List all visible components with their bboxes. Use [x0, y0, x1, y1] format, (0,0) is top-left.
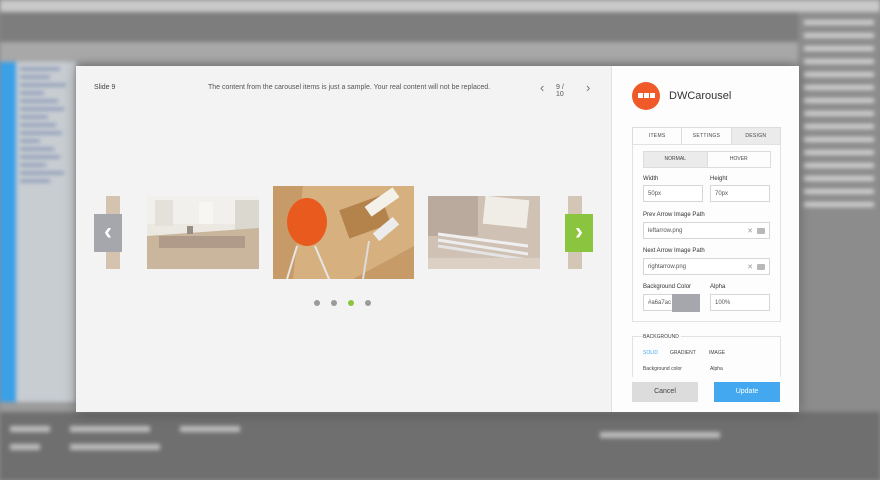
- prev-arrow-path-input[interactable]: leftarrow.png ✕: [643, 222, 770, 239]
- pager-next-icon[interactable]: ›: [586, 80, 590, 96]
- bg-type-solid[interactable]: SOLID: [643, 350, 658, 356]
- width-input[interactable]: 50px: [643, 185, 703, 202]
- background-heading: BACKGROUND: [643, 334, 681, 340]
- subtab-normal[interactable]: NORMAL: [644, 152, 708, 167]
- bg-color-sublabel: Background color: [643, 366, 682, 372]
- slide-label: Slide 9: [94, 84, 116, 91]
- next-arrow-path-input[interactable]: rightarrow.png ✕: [643, 258, 770, 275]
- sample-content-notice: The content from the carousel items is j…: [208, 84, 491, 91]
- desk-photo: [273, 186, 414, 279]
- carousel-dot-1[interactable]: [314, 300, 320, 306]
- carousel-dot-2[interactable]: [331, 300, 337, 306]
- clear-icon[interactable]: ✕: [747, 223, 753, 240]
- properties-panel: [0, 412, 880, 480]
- height-input[interactable]: 70px: [710, 185, 770, 202]
- bg-color-label: Background Color: [643, 284, 692, 290]
- chevron-right-icon: ›: [575, 218, 583, 245]
- toolbar: [0, 12, 880, 42]
- bg-type-gradient[interactable]: GRADIENT: [670, 350, 696, 356]
- carousel-dot-4[interactable]: [365, 300, 371, 306]
- panel-title: DWCarousel: [669, 90, 732, 102]
- code-view: [16, 62, 76, 402]
- tab-design[interactable]: DESIGN: [731, 128, 780, 144]
- right-side-panel: [798, 12, 880, 412]
- clear-icon[interactable]: ✕: [747, 259, 753, 276]
- carousel-dot-3[interactable]: [348, 300, 354, 306]
- alpha-label: Alpha: [710, 284, 726, 290]
- chevron-left-icon: ‹: [104, 218, 112, 245]
- carousel-prev-arrow[interactable]: ‹: [94, 214, 122, 252]
- settings-panel: DWCarousel ITEMS SETTINGS DESIGN NORMAL …: [611, 66, 799, 412]
- carousel-next-arrow[interactable]: ›: [565, 214, 593, 252]
- height-label: Height: [710, 176, 728, 182]
- tab-items[interactable]: ITEMS: [633, 128, 683, 144]
- carousel-preview: Slide 9 The content from the carousel it…: [76, 66, 611, 412]
- bg-color-swatch[interactable]: [672, 294, 700, 312]
- next-arrow-path-label: Next Arrow Image Path: [643, 248, 705, 254]
- dwcarousel-logo-icon: [632, 82, 660, 110]
- menu-bar: [0, 0, 880, 12]
- tab-settings[interactable]: SETTINGS: [682, 128, 732, 144]
- update-button[interactable]: Update: [714, 382, 780, 402]
- carousel-slide-desk[interactable]: [273, 186, 414, 279]
- width-label: Width: [643, 176, 659, 182]
- cancel-button[interactable]: Cancel: [632, 382, 698, 402]
- carousel-dialog: Slide 9 The content from the carousel it…: [76, 66, 799, 412]
- cafe-photo: [147, 196, 259, 269]
- prev-arrow-path-value: leftarrow.png: [648, 228, 683, 234]
- alpha-input[interactable]: 100%: [710, 294, 770, 311]
- pager-prev-icon[interactable]: ‹: [540, 80, 544, 96]
- code-gutter: [0, 62, 16, 402]
- subtab-hover[interactable]: HOVER: [708, 152, 771, 167]
- state-subtabs: NORMAL HOVER: [643, 151, 771, 168]
- bg-alpha-sublabel: Alpha: [710, 366, 723, 372]
- folder-icon[interactable]: [757, 228, 765, 234]
- bg-type-image[interactable]: IMAGE: [709, 350, 725, 356]
- slide-count: 9 / 10: [556, 84, 564, 98]
- panel-tabs: ITEMS SETTINGS DESIGN: [632, 127, 781, 145]
- prev-arrow-path-label: Prev Arrow Image Path: [643, 212, 705, 218]
- next-arrow-path-value: rightarrow.png: [648, 264, 687, 270]
- carousel-slide-pens[interactable]: [428, 196, 540, 269]
- pens-photo: [428, 196, 540, 269]
- carousel-slide-cafe[interactable]: [147, 196, 259, 269]
- secondary-toolbar: [0, 42, 880, 62]
- folder-icon[interactable]: [757, 264, 765, 270]
